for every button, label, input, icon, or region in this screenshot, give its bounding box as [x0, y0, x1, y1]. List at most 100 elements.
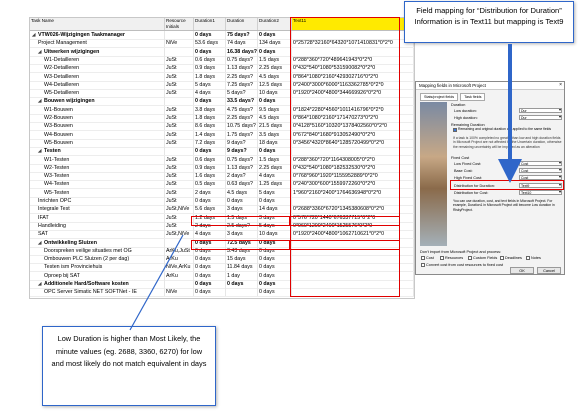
resource-cell[interactable]: NiVe	[165, 288, 194, 297]
resource-cell[interactable]: JuSt	[165, 197, 194, 205]
duration1-cell[interactable]: 4 days	[194, 230, 226, 239]
task-name-cell[interactable]: W1-Testen	[30, 155, 165, 164]
task-name-cell[interactable]: ◢ Ontwikkeling Sluizen	[30, 238, 165, 247]
duration1-cell[interactable]: 1.4 days	[194, 130, 226, 139]
import-notes-checkbox[interactable]	[526, 256, 530, 260]
resource-cell[interactable]: JuSt	[165, 80, 194, 89]
resource-cell[interactable]	[165, 238, 194, 247]
duration-cell[interactable]: 7.25 days?	[226, 80, 258, 89]
duration1-cell[interactable]: 0 days	[194, 97, 226, 106]
duration-cell[interactable]: 2.25 days?	[226, 72, 258, 81]
resource-cell[interactable]	[165, 147, 194, 156]
duration2-cell[interactable]: 12.5 days	[258, 80, 292, 89]
duration2-cell[interactable]: 0 days	[258, 47, 292, 56]
task-name-cell[interactable]: Project Management	[30, 39, 165, 48]
duration2-cell[interactable]: 0 days	[258, 97, 292, 106]
duration1-cell[interactable]: 1.8 days	[194, 114, 226, 122]
duration1-cell[interactable]: 0 days	[194, 280, 226, 288]
duration1-cell[interactable]: 0 days	[194, 288, 226, 297]
duration2-cell[interactable]: 0 days	[258, 263, 292, 272]
duration2-cell[interactable]: 0 days	[258, 280, 292, 288]
duration2-cell[interactable]: 4.5 days	[258, 114, 292, 122]
duration2-cell[interactable]: 134 days	[258, 39, 292, 48]
duration-cell[interactable]: 0 days	[226, 280, 258, 288]
resource-cell[interactable]: JuSt	[165, 72, 194, 81]
duration2-cell[interactable]: 3.5 days	[258, 130, 292, 139]
task-name-cell[interactable]: Handleiding	[30, 221, 165, 230]
duration-cell[interactable]: 15 days	[226, 255, 258, 264]
task-name-cell[interactable]: Testen ism Provinciehuis	[30, 263, 165, 272]
resource-cell[interactable]	[165, 47, 194, 56]
duration2-cell[interactable]: 0 days	[258, 197, 292, 205]
duration2-cell[interactable]: 0 days	[258, 31, 292, 39]
task-name-cell[interactable]: W2-Bouwen	[30, 114, 165, 122]
duration-cell[interactable]	[226, 288, 258, 297]
duration1-cell[interactable]: 0 days	[194, 197, 226, 205]
duration1-cell[interactable]: 0 days	[194, 271, 226, 280]
duration-cell[interactable]: 16.38 days?	[226, 47, 258, 56]
tab-task-fields[interactable]: Task fields	[460, 93, 486, 101]
duration2-cell[interactable]: 0 days	[258, 288, 292, 297]
task-name-cell[interactable]: W3-Testen	[30, 172, 165, 181]
task-name-cell[interactable]: W2-Detailleren	[30, 64, 165, 73]
resource-cell[interactable]: JuSt	[165, 163, 194, 172]
duration-cell[interactable]: 2.25 days?	[226, 114, 258, 122]
import-custom-fields-checkbox[interactable]	[468, 256, 472, 260]
task-name-cell[interactable]: W5-Testen	[30, 188, 165, 197]
duration-cell[interactable]: 3 days	[226, 230, 258, 239]
duration2-cell[interactable]: 10 days	[258, 89, 292, 98]
cancel-button[interactable]: Cancel	[537, 267, 561, 274]
duration-cell[interactable]: 11.84 days	[226, 263, 258, 272]
resource-cell[interactable]: JuSt	[165, 55, 194, 64]
high-duration-select[interactable]: Dur	[519, 115, 562, 120]
import-cost-checkbox[interactable]	[421, 256, 425, 260]
duration1-cell[interactable]: 2 days	[194, 188, 226, 197]
task-name-cell[interactable]: W4-Bouwen	[30, 130, 165, 139]
base-cost-select[interactable]: Cost	[519, 168, 562, 173]
task-name-cell[interactable]: ◢ VTW026-Wijzigingen Taakmanager	[30, 31, 165, 39]
duration-cell[interactable]: 0 days	[226, 197, 258, 205]
distribution-cost-select[interactable]: Text10	[519, 190, 562, 195]
close-icon[interactable]: ×	[559, 82, 562, 88]
col-duration[interactable]: Duration	[226, 18, 258, 30]
duration2-cell[interactable]: 1.5 days	[258, 55, 292, 64]
duration1-cell[interactable]: 5.6 days	[194, 205, 226, 214]
duration1-cell[interactable]: 0.9 days	[194, 163, 226, 172]
task-name-cell[interactable]: OPC Server Simatic NET SOFTNet - IE	[30, 288, 165, 297]
task-name-cell[interactable]: ◢ Bouwen wijzigingen	[30, 97, 165, 106]
col-duration2[interactable]: Duration2	[258, 18, 292, 30]
duration2-cell[interactable]: 4.5 days	[258, 72, 292, 81]
duration2-cell[interactable]: 0 days	[258, 271, 292, 280]
duration-cell[interactable]: 74 days	[226, 39, 258, 48]
duration-cell[interactable]: 1.13 days?	[226, 163, 258, 172]
task-name-cell[interactable]: W1-Detailleren	[30, 55, 165, 64]
duration2-cell[interactable]: 14 days	[258, 205, 292, 214]
task-name-cell[interactable]: Ombouwen PLC Sluizen (2 per dag)	[30, 255, 165, 264]
resource-cell[interactable]: JuSt	[165, 221, 194, 230]
duration2-cell[interactable]: 9.5 days	[258, 105, 292, 114]
duration-cell[interactable]: 2 days?	[226, 172, 258, 181]
duration2-cell[interactable]: 2.25 days	[258, 163, 292, 172]
task-name-cell[interactable]: IFAT	[30, 213, 165, 222]
resource-cell[interactable]: JuSt	[165, 130, 194, 139]
duration1-cell[interactable]: 0 days	[194, 47, 226, 56]
duration-cell[interactable]: 33.5 days?	[226, 97, 258, 106]
duration2-cell[interactable]: 4 days	[258, 172, 292, 181]
duration2-cell[interactable]: 21.5 days	[258, 122, 292, 131]
resource-cell[interactable]: JuSt	[165, 89, 194, 98]
remaining-checkbox[interactable]	[453, 128, 457, 132]
duration-cell[interactable]: 0.75 days?	[226, 155, 258, 164]
duration1-cell[interactable]: 8.6 days	[194, 122, 226, 131]
col-duration1[interactable]: Duration1	[194, 18, 226, 30]
resource-cell[interactable]: JuSt	[165, 138, 194, 147]
resource-cell[interactable]: JuSt	[165, 155, 194, 164]
resource-cell[interactable]: JuSt	[165, 114, 194, 122]
duration-cell[interactable]: 9 days?	[226, 147, 258, 156]
duration1-cell[interactable]: 0 days	[194, 147, 226, 156]
duration-cell[interactable]: 1.75 days?	[226, 130, 258, 139]
duration1-cell[interactable]: 53.6 days	[194, 39, 226, 48]
duration1-cell[interactable]: 0.5 days	[194, 180, 226, 189]
duration2-cell[interactable]: 10 days	[258, 230, 292, 239]
duration1-cell[interactable]: 1.8 days	[194, 72, 226, 81]
task-name-cell[interactable]: Doorspreken veilige situaties met OG	[30, 246, 165, 255]
